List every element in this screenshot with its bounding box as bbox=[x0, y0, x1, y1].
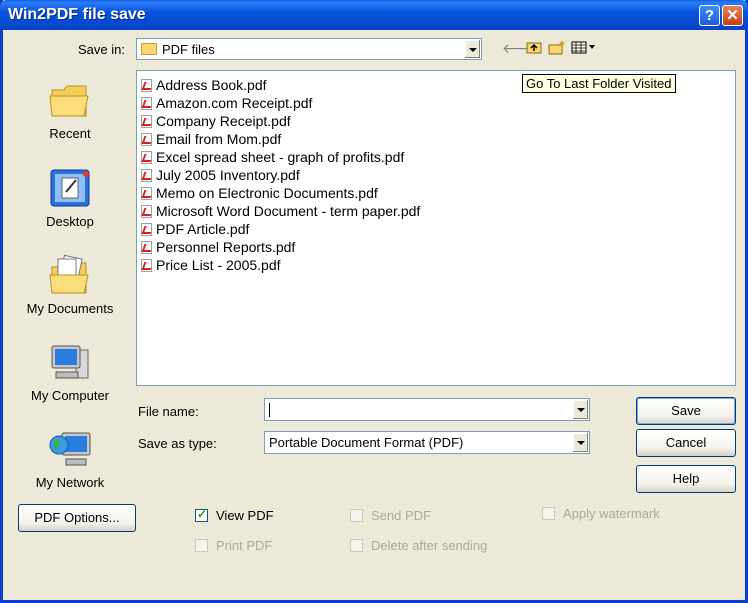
place-my-network[interactable]: My Network bbox=[18, 419, 122, 503]
pdf-file-icon bbox=[141, 97, 152, 110]
place-label: Desktop bbox=[46, 214, 94, 229]
save-in-combo[interactable]: PDF files bbox=[136, 38, 482, 60]
folder-toolbar: 🡐 bbox=[502, 40, 602, 56]
list-item[interactable]: Company Receipt.pdf bbox=[141, 112, 291, 130]
list-item[interactable]: Excel spread sheet - graph of profits.pd… bbox=[141, 148, 404, 166]
save-button[interactable]: Save bbox=[636, 397, 736, 425]
title-close-button[interactable]: ✕ bbox=[722, 5, 743, 26]
new-folder-icon[interactable] bbox=[548, 40, 566, 58]
file-name: Email from Mom.pdf bbox=[156, 131, 282, 147]
title-bar[interactable]: Win2PDF file save ? ✕ bbox=[0, 0, 748, 30]
pdf-file-icon bbox=[141, 259, 152, 272]
file-name: July 2005 Inventory.pdf bbox=[156, 167, 300, 183]
help-button[interactable]: Help bbox=[636, 465, 736, 493]
chevron-down-icon[interactable] bbox=[464, 40, 480, 58]
place-recent[interactable]: Recent bbox=[18, 70, 122, 154]
folder-icon bbox=[141, 43, 157, 55]
checkbox-label: Send PDF bbox=[371, 508, 431, 523]
list-item[interactable]: Email from Mom.pdf bbox=[141, 130, 281, 148]
place-label: My Documents bbox=[26, 301, 114, 316]
file-name: Microsoft Word Document - term paper.pdf bbox=[156, 203, 421, 219]
recent-folder-icon bbox=[49, 85, 89, 117]
chevron-down-icon[interactable] bbox=[572, 433, 588, 452]
text-cursor bbox=[269, 403, 270, 417]
checkbox-box[interactable] bbox=[195, 539, 208, 552]
file-name-label: File name: bbox=[138, 404, 199, 419]
file-list[interactable]: Address Book.pdf Amazon.com Receipt.pdf … bbox=[136, 70, 736, 386]
pdf-file-icon bbox=[141, 241, 152, 254]
place-my-computer[interactable]: My Computer bbox=[18, 332, 122, 416]
file-name: Memo on Electronic Documents.pdf bbox=[156, 185, 378, 201]
file-name: PDF Article.pdf bbox=[156, 221, 250, 237]
pdf-file-icon bbox=[141, 79, 152, 92]
checkbox-box[interactable] bbox=[350, 509, 363, 522]
pdf-options-button[interactable]: PDF Options... bbox=[18, 504, 136, 532]
checkbox-label: Apply watermark bbox=[563, 506, 660, 521]
save-type-value: Portable Document Format (PDF) bbox=[269, 435, 464, 450]
checkbox-box[interactable] bbox=[350, 539, 363, 552]
my-computer-icon bbox=[51, 345, 89, 379]
save-in-value: PDF files bbox=[162, 42, 215, 57]
list-item[interactable]: Address Book.pdf bbox=[141, 76, 267, 94]
file-name-input[interactable] bbox=[264, 398, 590, 421]
place-label: Recent bbox=[49, 126, 91, 141]
view-menu-icon[interactable] bbox=[571, 40, 597, 57]
place-label: My Network bbox=[35, 475, 105, 490]
checkbox-label: View PDF bbox=[216, 508, 274, 523]
save-type-select[interactable]: Portable Document Format (PDF) bbox=[264, 431, 590, 454]
checkbox-label: Print PDF bbox=[216, 538, 273, 553]
checkbox-box[interactable] bbox=[542, 507, 555, 520]
list-item[interactable]: Microsoft Word Document - term paper.pdf bbox=[141, 202, 420, 220]
list-item[interactable]: Price List - 2005.pdf bbox=[141, 256, 281, 274]
checkbox-box[interactable] bbox=[195, 507, 208, 522]
close-icon: ✕ bbox=[726, 7, 739, 24]
list-item[interactable]: Memo on Electronic Documents.pdf bbox=[141, 184, 378, 202]
pdf-file-icon bbox=[141, 151, 152, 164]
pdf-file-icon bbox=[141, 133, 152, 146]
up-folder-icon[interactable] bbox=[526, 40, 542, 57]
question-icon: ? bbox=[704, 7, 715, 24]
pdf-file-icon bbox=[141, 115, 152, 128]
save-type-label: Save as type: bbox=[138, 436, 217, 451]
file-name: Amazon.com Receipt.pdf bbox=[156, 95, 313, 111]
file-name: Personnel Reports.pdf bbox=[156, 239, 296, 255]
pdf-file-icon bbox=[141, 169, 152, 182]
tooltip: Go To Last Folder Visited bbox=[522, 74, 676, 93]
window-title: Win2PDF file save bbox=[8, 6, 146, 23]
file-name: Excel spread sheet - graph of profits.pd… bbox=[156, 149, 405, 165]
title-help-button[interactable]: ? bbox=[699, 5, 720, 26]
place-my-documents[interactable]: My Documents bbox=[18, 245, 122, 329]
cancel-button[interactable]: Cancel bbox=[636, 429, 736, 457]
file-name: Address Book.pdf bbox=[156, 77, 267, 93]
my-network-icon bbox=[49, 432, 91, 466]
pdf-file-icon bbox=[141, 223, 152, 236]
place-desktop[interactable]: Desktop bbox=[18, 158, 122, 242]
file-name: Company Receipt.pdf bbox=[156, 113, 291, 129]
save-in-label: Save in: bbox=[78, 42, 125, 57]
place-label: My Computer bbox=[30, 388, 110, 403]
chevron-down-icon[interactable] bbox=[572, 400, 588, 419]
my-documents-icon bbox=[49, 254, 89, 294]
checkbox-label: Delete after sending bbox=[371, 538, 488, 553]
file-name: Price List - 2005.pdf bbox=[156, 257, 281, 273]
list-item[interactable]: July 2005 Inventory.pdf bbox=[141, 166, 300, 184]
pdf-file-icon bbox=[141, 187, 152, 200]
pdf-file-icon bbox=[141, 205, 152, 218]
desktop-icon bbox=[50, 169, 90, 207]
list-item[interactable]: Personnel Reports.pdf bbox=[141, 238, 295, 256]
list-item[interactable]: Amazon.com Receipt.pdf bbox=[141, 94, 312, 112]
list-item[interactable]: PDF Article.pdf bbox=[141, 220, 249, 238]
